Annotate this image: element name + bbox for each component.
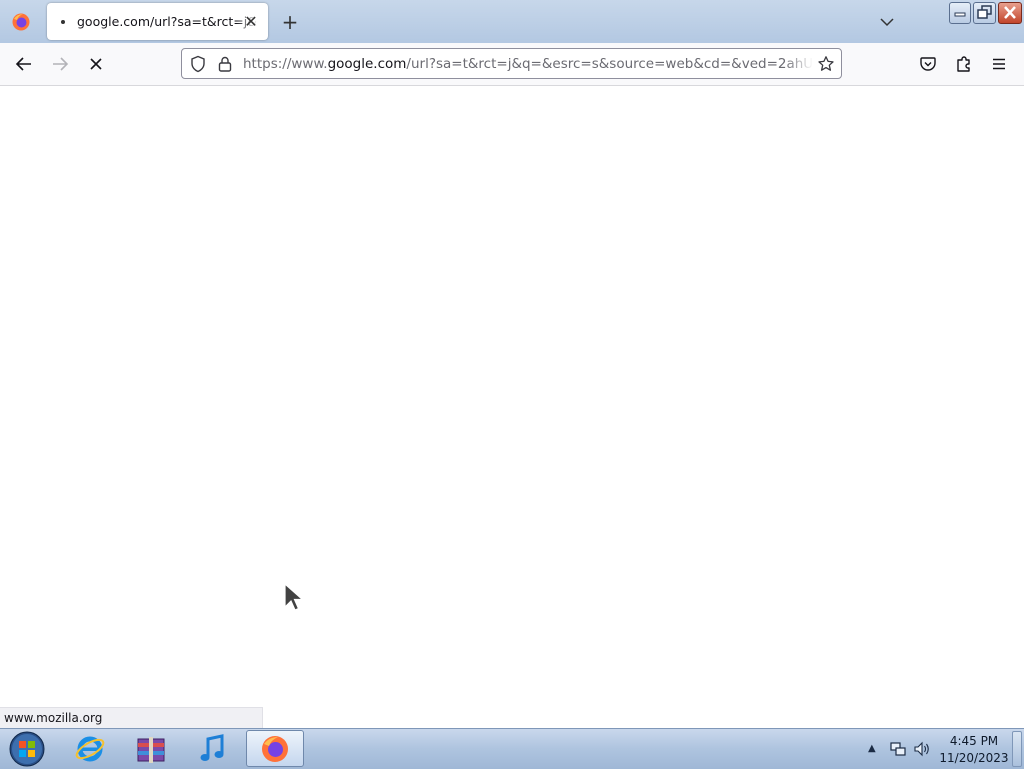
loading-dot-icon xyxy=(61,20,65,24)
open-menu-button[interactable] xyxy=(987,52,1011,76)
tab-active[interactable]: google.com/url?sa=t&rct=j&q=&esrc=s&sour… xyxy=(47,3,268,40)
extensions-button[interactable] xyxy=(952,52,976,76)
start-button[interactable] xyxy=(5,730,49,768)
firefox-app-button[interactable] xyxy=(0,0,42,43)
list-all-tabs-button[interactable] xyxy=(876,11,898,33)
chevron-down-icon xyxy=(880,18,894,27)
stop-icon xyxy=(90,58,102,70)
restore-icon xyxy=(977,5,992,19)
page-content xyxy=(0,86,1024,728)
hamburger-icon xyxy=(993,58,1005,70)
internet-explorer-icon xyxy=(75,736,105,761)
show-hidden-icons-button[interactable]: ▲ xyxy=(868,743,880,755)
url-host: google.com xyxy=(327,56,407,72)
window-restore-button[interactable] xyxy=(973,2,996,24)
status-link-preview: www.mozilla.org xyxy=(0,707,263,728)
taskbar-archive-app[interactable] xyxy=(123,730,179,767)
tab-close-button[interactable]: ✕ xyxy=(242,13,260,31)
url-path: /url?sa=t&rct=j&q=&esrc=s&source=web&cd=… xyxy=(406,56,813,72)
stop-button[interactable] xyxy=(84,52,108,76)
network-icon[interactable] xyxy=(889,740,907,758)
minimize-icon xyxy=(954,12,966,17)
navigation-toolbar: https://www.google.com/url?sa=t&rct=j&q=… xyxy=(0,43,1024,86)
tab-strip: google.com/url?sa=t&rct=j&q=&esrc=s&sour… xyxy=(0,0,1024,43)
taskbar-internet-explorer[interactable] xyxy=(62,730,118,767)
music-note-icon xyxy=(200,733,224,761)
show-desktop-button[interactable] xyxy=(1012,731,1022,767)
clock-time[interactable]: 4:45 PM xyxy=(938,734,1010,748)
taskbar: ▲ 4:45 PM 11/20/2023 xyxy=(0,728,1024,769)
window-minimize-button[interactable] xyxy=(949,2,971,24)
url-prefix: https://www. xyxy=(243,56,328,72)
firefox-icon xyxy=(262,735,288,762)
clock-date[interactable]: 11/20/2023 xyxy=(938,751,1010,765)
windows-orb-icon xyxy=(9,731,45,767)
shield-icon[interactable] xyxy=(189,55,207,73)
forward-arrow-icon xyxy=(53,57,69,71)
forward-button[interactable] xyxy=(48,52,72,76)
tab-title: google.com/url?sa=t&rct=j&q=&esrc=s&sour… xyxy=(77,14,258,29)
mouse-pointer-icon xyxy=(284,582,305,611)
taskbar-firefox[interactable] xyxy=(246,730,304,767)
pocket-button[interactable] xyxy=(916,52,940,76)
firefox-icon xyxy=(12,13,30,30)
lock-icon[interactable] xyxy=(216,55,234,73)
address-bar[interactable]: https://www.google.com/url?sa=t&rct=j&q=… xyxy=(181,48,842,79)
speaker-icon[interactable] xyxy=(913,740,931,758)
url-text[interactable]: https://www.google.com/url?sa=t&rct=j&q=… xyxy=(243,56,813,72)
close-icon xyxy=(1004,6,1016,19)
puzzle-icon xyxy=(957,56,970,72)
taskbar-music-player[interactable] xyxy=(184,730,240,767)
new-tab-button[interactable]: + xyxy=(279,11,301,33)
back-arrow-icon xyxy=(15,57,31,71)
archive-icon xyxy=(137,736,165,763)
star-icon[interactable] xyxy=(817,55,835,73)
pocket-icon xyxy=(920,57,936,71)
back-button[interactable] xyxy=(12,52,36,76)
window-close-button[interactable] xyxy=(998,2,1022,24)
